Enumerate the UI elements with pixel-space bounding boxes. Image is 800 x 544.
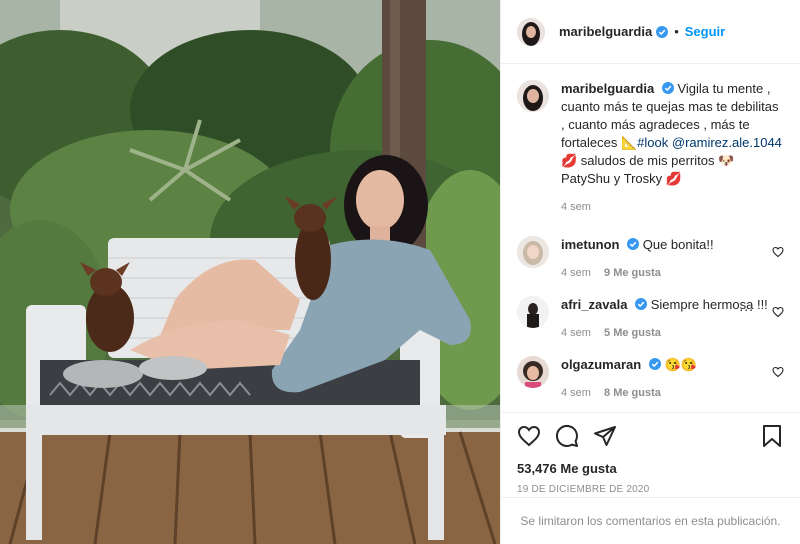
post-photo[interactable]: [0, 0, 500, 544]
verified-badge-icon: [648, 358, 661, 370]
comment-meta: 4 sem 5 Me gusta: [561, 324, 784, 342]
like-heart-icon[interactable]: [517, 424, 541, 448]
save-bookmark-icon[interactable]: [760, 424, 784, 448]
header-separator: •: [674, 24, 679, 39]
caption-time[interactable]: 4 sem: [561, 201, 591, 213]
comment-item: imetunon Que bonita!! 4 sem 9 Me gusta: [517, 236, 784, 282]
caption-username[interactable]: maribelguardia: [561, 81, 654, 96]
comment-meta: 4 sem 8 Me gusta: [561, 384, 784, 402]
action-bar: [517, 421, 784, 451]
heart-icon[interactable]: [772, 366, 784, 378]
author-username[interactable]: maribelguardia: [559, 24, 652, 39]
caption-avatar[interactable]: [517, 80, 549, 112]
verified-badge-icon: [656, 25, 669, 38]
comment-likes[interactable]: 9 Me gusta: [604, 267, 661, 279]
comment-username[interactable]: imetunon: [561, 237, 620, 252]
caption-mention[interactable]: @ramirez.ale.1044: [672, 135, 782, 150]
caption-emoji-dog: 🐶: [718, 153, 735, 168]
caption: maribelguardia Vigila tu mente , cuanto …: [517, 80, 784, 216]
comment-avatar[interactable]: [517, 296, 549, 328]
comment-body: imetunon Que bonita!! 4 sem 9 Me gusta: [561, 236, 784, 282]
comment-likes[interactable]: 8 Me gusta: [604, 387, 661, 399]
caption-emoji-lips-2: 💋: [665, 171, 682, 186]
comment-body: olgazumaran 😘😘 4 sem 8 Me gusta: [561, 356, 784, 402]
caption-text-part2: saludos de mis perritos: [577, 153, 719, 168]
verified-badge-icon: [635, 298, 648, 310]
author-avatar[interactable]: [517, 17, 545, 46]
post-header: maribelguardia • Seguir: [501, 0, 800, 64]
comment-bubble-icon[interactable]: [555, 424, 579, 448]
comment-meta: 4 sem 9 Me gusta: [561, 264, 784, 282]
comment-likes[interactable]: 5 Me gusta: [604, 327, 661, 339]
comments-list[interactable]: maribelguardia Vigila tu mente , cuanto …: [501, 64, 800, 412]
comment-item: olgazumaran 😘😘 4 sem 8 Me gusta: [517, 356, 784, 402]
caption-body: maribelguardia Vigila tu mente , cuanto …: [561, 80, 784, 216]
comments-limited-notice: Se limitaron los comentarios en esta pub…: [501, 497, 800, 544]
caption-meta: 4 sem: [561, 198, 784, 216]
comment-item: afri_zavala Siempre hermosa !!! 4 sem 5 …: [517, 296, 784, 342]
comment-username[interactable]: olgazumaran: [561, 357, 641, 372]
caption-hashtag[interactable]: #look: [637, 135, 668, 150]
heart-icon[interactable]: [772, 246, 784, 258]
caption-text-part3: PatyShu y Trosky: [561, 171, 666, 186]
more-options-icon[interactable]: ...: [739, 298, 754, 314]
caption-emoji-lips: 💋: [561, 153, 578, 168]
comment-time[interactable]: 4 sem: [561, 327, 591, 339]
caption-emoji-triangle: 📐: [620, 135, 638, 150]
comment-time[interactable]: 4 sem: [561, 267, 591, 279]
like-count[interactable]: 53,476 Me gusta: [517, 461, 784, 476]
post-date[interactable]: 19 DE DICIEMBRE DE 2020: [517, 484, 784, 495]
heart-icon[interactable]: [772, 306, 784, 318]
post-side-panel: maribelguardia • Seguir maribelguardia V…: [500, 0, 800, 544]
instagram-post: maribelguardia • Seguir maribelguardia V…: [0, 0, 800, 544]
verified-badge-icon: [661, 82, 674, 94]
comment-time[interactable]: 4 sem: [561, 387, 591, 399]
post-image: [0, 0, 500, 544]
verified-badge-icon: [627, 238, 640, 250]
comment-avatar[interactable]: [517, 356, 549, 388]
post-actions-area: 53,476 Me gusta 19 DE DICIEMBRE DE 2020: [501, 412, 800, 495]
follow-button[interactable]: Seguir: [685, 24, 725, 39]
comment-avatar[interactable]: [517, 236, 549, 268]
comment-text: 😘😘: [664, 357, 697, 372]
comment-username[interactable]: afri_zavala: [561, 297, 628, 312]
share-paper-plane-icon[interactable]: [593, 424, 617, 448]
comment-text: Que bonita!!: [642, 237, 714, 252]
